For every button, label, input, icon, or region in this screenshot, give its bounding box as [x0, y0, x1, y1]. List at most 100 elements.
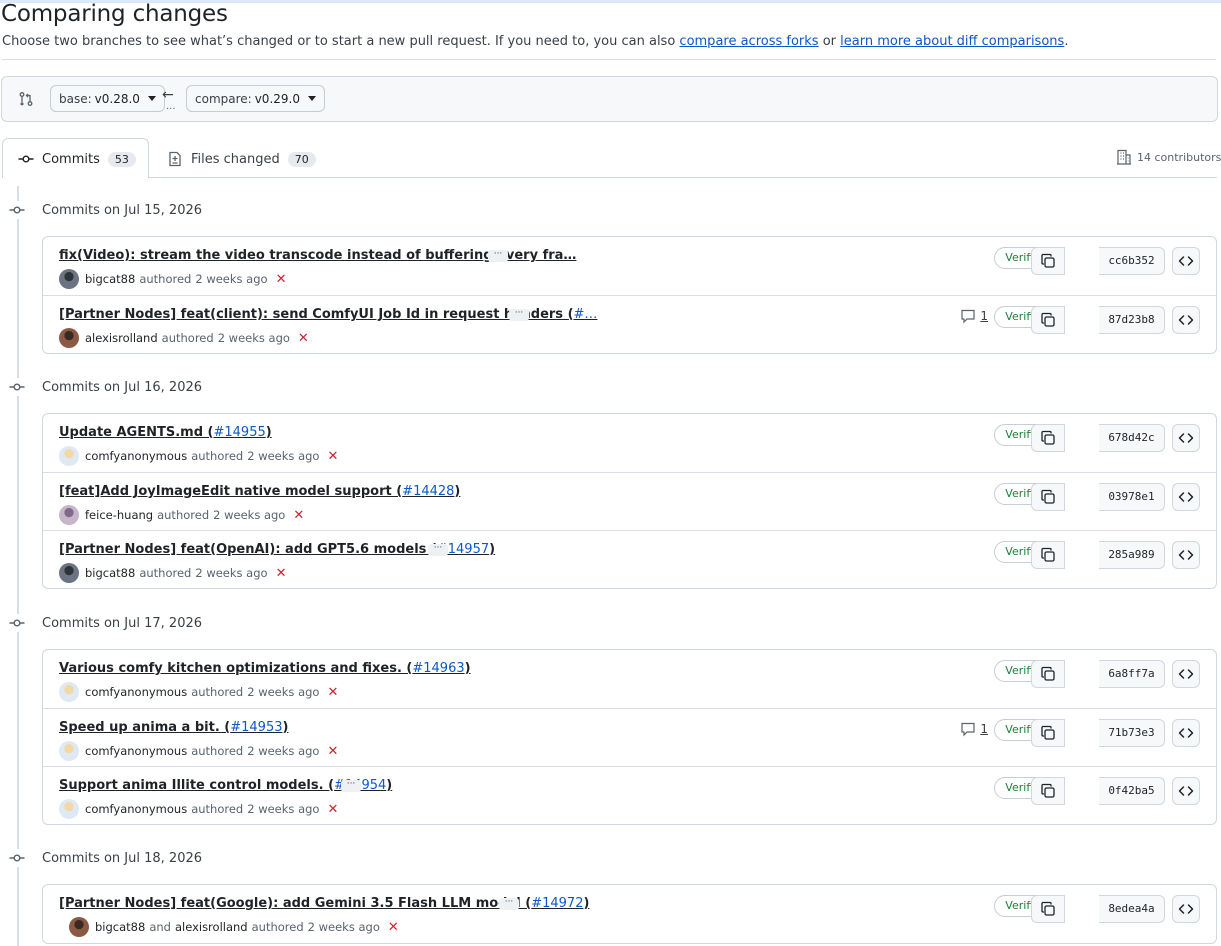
- expand-message-button[interactable]: ···: [428, 544, 448, 556]
- relative-time: 2 weeks ago: [247, 802, 320, 816]
- copy-sha-button[interactable]: [1031, 777, 1065, 805]
- browse-repo-button[interactable]: [1172, 247, 1200, 275]
- commit-group: fix(Video): stream the video transcode i…: [42, 236, 1217, 354]
- browse-repo-button[interactable]: [1172, 777, 1200, 805]
- avatar[interactable]: [59, 269, 79, 289]
- copy-sha-button[interactable]: [1031, 247, 1065, 275]
- commit-message-link[interactable]: Speed up anima a bit. (#14953): [59, 720, 288, 735]
- pr-link[interactable]: #14963: [412, 661, 464, 676]
- compare-across-forks-link[interactable]: compare across forks: [679, 34, 818, 49]
- git-commit-icon: [8, 849, 26, 867]
- tabs-divider: [2, 177, 1217, 178]
- x-icon[interactable]: ✕: [327, 685, 338, 700]
- base-branch-select[interactable]: base: v0.28.0: [50, 85, 165, 112]
- tab-commits[interactable]: Commits 53: [18, 151, 136, 167]
- author-link[interactable]: comfyanonymous: [85, 449, 187, 463]
- avatar[interactable]: [59, 799, 79, 819]
- x-icon[interactable]: ✕: [327, 744, 338, 759]
- copy-sha-button[interactable]: [1031, 895, 1065, 923]
- avatar[interactable]: [59, 741, 79, 761]
- commit-day-heading: Commits on Jul 15, 2026: [8, 201, 202, 219]
- copy-sha-button[interactable]: [1031, 660, 1065, 688]
- copy-sha-button[interactable]: [1031, 306, 1065, 334]
- compare-branch-select[interactable]: compare: v0.29.0: [186, 85, 325, 112]
- author-link[interactable]: comfyanonymous: [85, 744, 187, 758]
- commit-sha-link[interactable]: 0f42ba5: [1099, 777, 1165, 805]
- x-icon[interactable]: ✕: [327, 802, 338, 817]
- avatar[interactable]: [59, 505, 79, 525]
- browse-repo-button[interactable]: [1172, 424, 1200, 452]
- commit-sha-link[interactable]: 285a989: [1099, 541, 1165, 569]
- copy-icon: [1040, 666, 1056, 682]
- commit-sha-link[interactable]: 87d23b8: [1099, 306, 1165, 334]
- avatar[interactable]: [59, 563, 79, 583]
- x-icon[interactable]: ✕: [388, 920, 399, 935]
- author-link[interactable]: alexisrolland: [85, 331, 158, 345]
- subtitle-text: Choose two branches to see what’s change…: [2, 34, 680, 49]
- commit-day-label: Commits on Jul 17, 2026: [42, 615, 203, 631]
- commit-message-link[interactable]: Various comfy kitchen optimizations and …: [59, 661, 471, 676]
- expand-message-button[interactable]: ···: [499, 898, 519, 910]
- x-icon[interactable]: ✕: [293, 508, 304, 523]
- author-link[interactable]: bigcat88: [85, 566, 135, 580]
- commit-message-link[interactable]: [feat]Add JoyImageEdit native model supp…: [59, 484, 460, 499]
- author-link[interactable]: bigcat88: [95, 920, 145, 934]
- avatar[interactable]: [69, 917, 89, 937]
- x-icon[interactable]: ✕: [276, 272, 287, 287]
- pr-link[interactable]: #14953: [230, 720, 282, 735]
- author-link[interactable]: bigcat88: [85, 272, 135, 286]
- author-link[interactable]: comfyanonymous: [85, 685, 187, 699]
- commits-counter: 53: [107, 151, 136, 167]
- page-title: Comparing changes: [1, 1, 228, 27]
- expand-message-button[interactable]: ···: [509, 309, 529, 321]
- code-icon: [1178, 547, 1194, 563]
- copy-sha-button[interactable]: [1031, 719, 1065, 747]
- x-icon[interactable]: ✕: [298, 331, 309, 346]
- commit-sha-link[interactable]: 678d42c: [1099, 424, 1165, 452]
- comments-link[interactable]: 1: [960, 308, 988, 324]
- contributors-link[interactable]: 14 contributors: [1116, 149, 1221, 165]
- compare-label: compare:: [195, 91, 252, 106]
- comments-link[interactable]: 1: [960, 721, 988, 737]
- browse-repo-button[interactable]: [1172, 306, 1200, 334]
- commit-message-suffix: ): [489, 542, 496, 557]
- base-value: v0.28.0: [94, 91, 140, 106]
- commit-sha-link[interactable]: 8edea4a: [1099, 895, 1165, 923]
- commit-row: Speed up anima a bit. (#14953) comfyanony…: [43, 708, 1216, 766]
- commit-message: Speed up anima a bit. (: [59, 720, 231, 735]
- tab-files-changed[interactable]: Files changed 70: [167, 151, 316, 167]
- browse-repo-button[interactable]: [1172, 483, 1200, 511]
- git-commit-icon: [8, 378, 26, 396]
- browse-repo-button[interactable]: [1172, 660, 1200, 688]
- author-link[interactable]: feice-huang: [85, 508, 153, 522]
- author-link[interactable]: comfyanonymous: [85, 802, 187, 816]
- pr-link[interactable]: #14428: [402, 484, 454, 499]
- commit-sha-link[interactable]: 6a8ff7a: [1099, 660, 1165, 688]
- x-icon[interactable]: ✕: [276, 566, 287, 581]
- pr-link[interactable]: #14972: [531, 896, 583, 911]
- browse-repo-button[interactable]: [1172, 719, 1200, 747]
- avatar[interactable]: [59, 682, 79, 702]
- avatar[interactable]: [59, 446, 79, 466]
- author-link[interactable]: alexisrolland: [175, 920, 248, 934]
- commit-sha-link[interactable]: 71b73e3: [1099, 719, 1165, 747]
- pr-link[interactable]: #14955: [213, 425, 265, 440]
- commit-sha-link[interactable]: cc6b352: [1099, 247, 1165, 275]
- x-icon[interactable]: ✕: [327, 449, 338, 464]
- expand-message-button[interactable]: ···: [488, 250, 508, 262]
- copy-sha-button[interactable]: [1031, 541, 1065, 569]
- browse-repo-button[interactable]: [1172, 541, 1200, 569]
- commit-day-label: Commits on Jul 15, 2026: [42, 202, 203, 218]
- learn-more-link[interactable]: learn more about diff comparisons: [840, 34, 1064, 49]
- browse-repo-button[interactable]: [1172, 895, 1200, 923]
- commit-message-link[interactable]: Update AGENTS.md (#14955): [59, 425, 272, 440]
- expand-message-button[interactable]: ···: [341, 780, 361, 792]
- git-compare-icon: [18, 91, 34, 107]
- commit-sha-link[interactable]: 03978e1: [1099, 483, 1165, 511]
- comment-icon: [960, 308, 976, 324]
- pr-link[interactable]: #…: [574, 307, 598, 322]
- copy-sha-button[interactable]: [1031, 483, 1065, 511]
- avatar[interactable]: [59, 328, 79, 348]
- copy-sha-button[interactable]: [1031, 424, 1065, 452]
- code-icon: [1178, 430, 1194, 446]
